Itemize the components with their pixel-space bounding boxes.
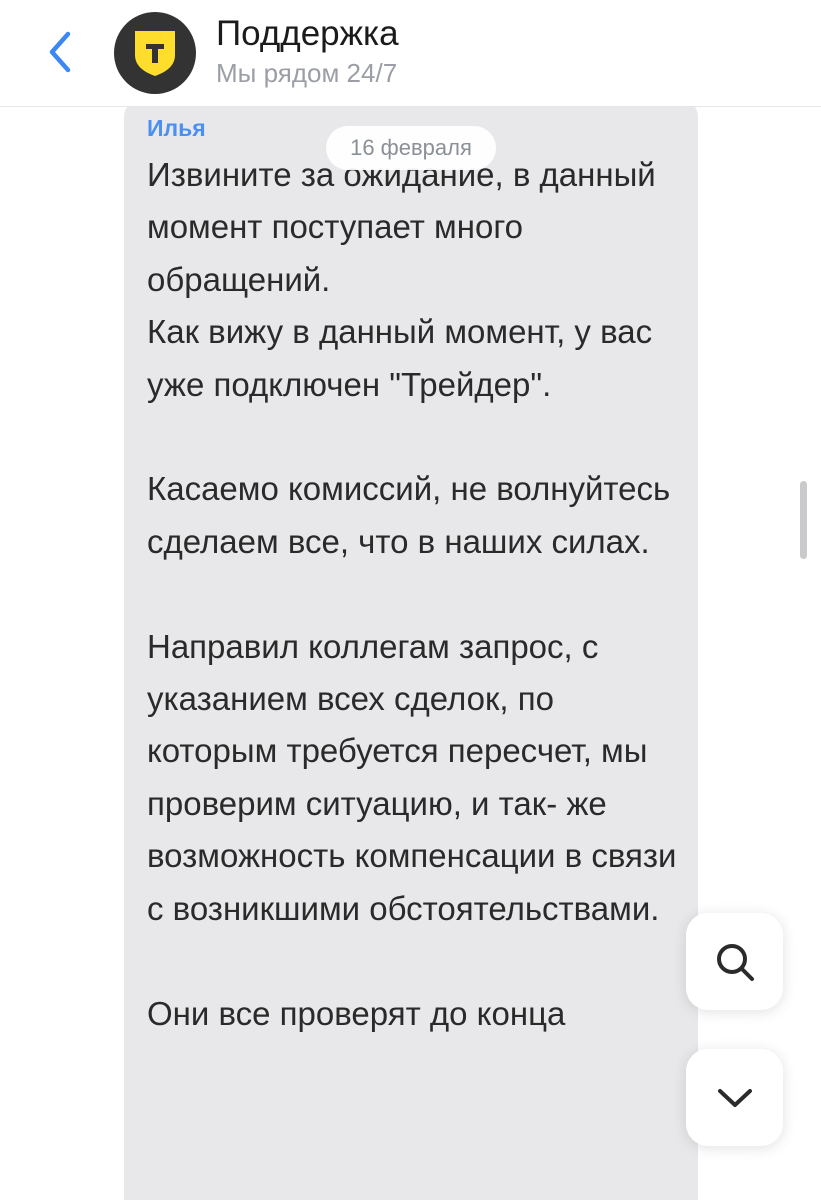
search-icon <box>716 943 754 981</box>
message-paragraph-spacer <box>147 935 687 987</box>
date-chip: 16 февраля <box>326 126 496 170</box>
scroll-down-button[interactable] <box>686 1049 783 1146</box>
chat-header: Поддержка Мы рядом 24/7 <box>0 0 821 107</box>
chat-title: Поддержка <box>216 14 399 53</box>
message-paragraph: Они все проверят до конца <box>147 994 566 1032</box>
scrollbar-thumb[interactable] <box>800 481 807 559</box>
message-paragraph: Извините за ожидание, в данный момент по… <box>147 156 656 298</box>
message-paragraph: Касаемо комиссий, не волнуйтесь сделаем … <box>147 470 671 560</box>
message-paragraph-spacer <box>147 568 687 620</box>
back-button[interactable] <box>38 24 82 80</box>
support-avatar[interactable] <box>114 12 196 94</box>
search-button[interactable] <box>686 913 783 1010</box>
message-list[interactable]: Илья Извините за ожидание, в данный моме… <box>0 107 821 1200</box>
message-paragraph: Направил коллегам запрос, с указанием вс… <box>147 627 677 927</box>
chevron-left-icon <box>49 31 71 73</box>
message-text: Извините за ожидание, в данный момент по… <box>147 149 687 1040</box>
bank-logo-icon <box>135 31 175 76</box>
chevron-down-icon <box>717 1088 752 1107</box>
message-sender: Илья <box>147 115 206 141</box>
message-paragraph-spacer <box>147 411 687 463</box>
message-paragraph: Как вижу в данный момент, у вас уже подк… <box>147 313 653 403</box>
chat-subtitle: Мы рядом 24/7 <box>216 58 398 88</box>
